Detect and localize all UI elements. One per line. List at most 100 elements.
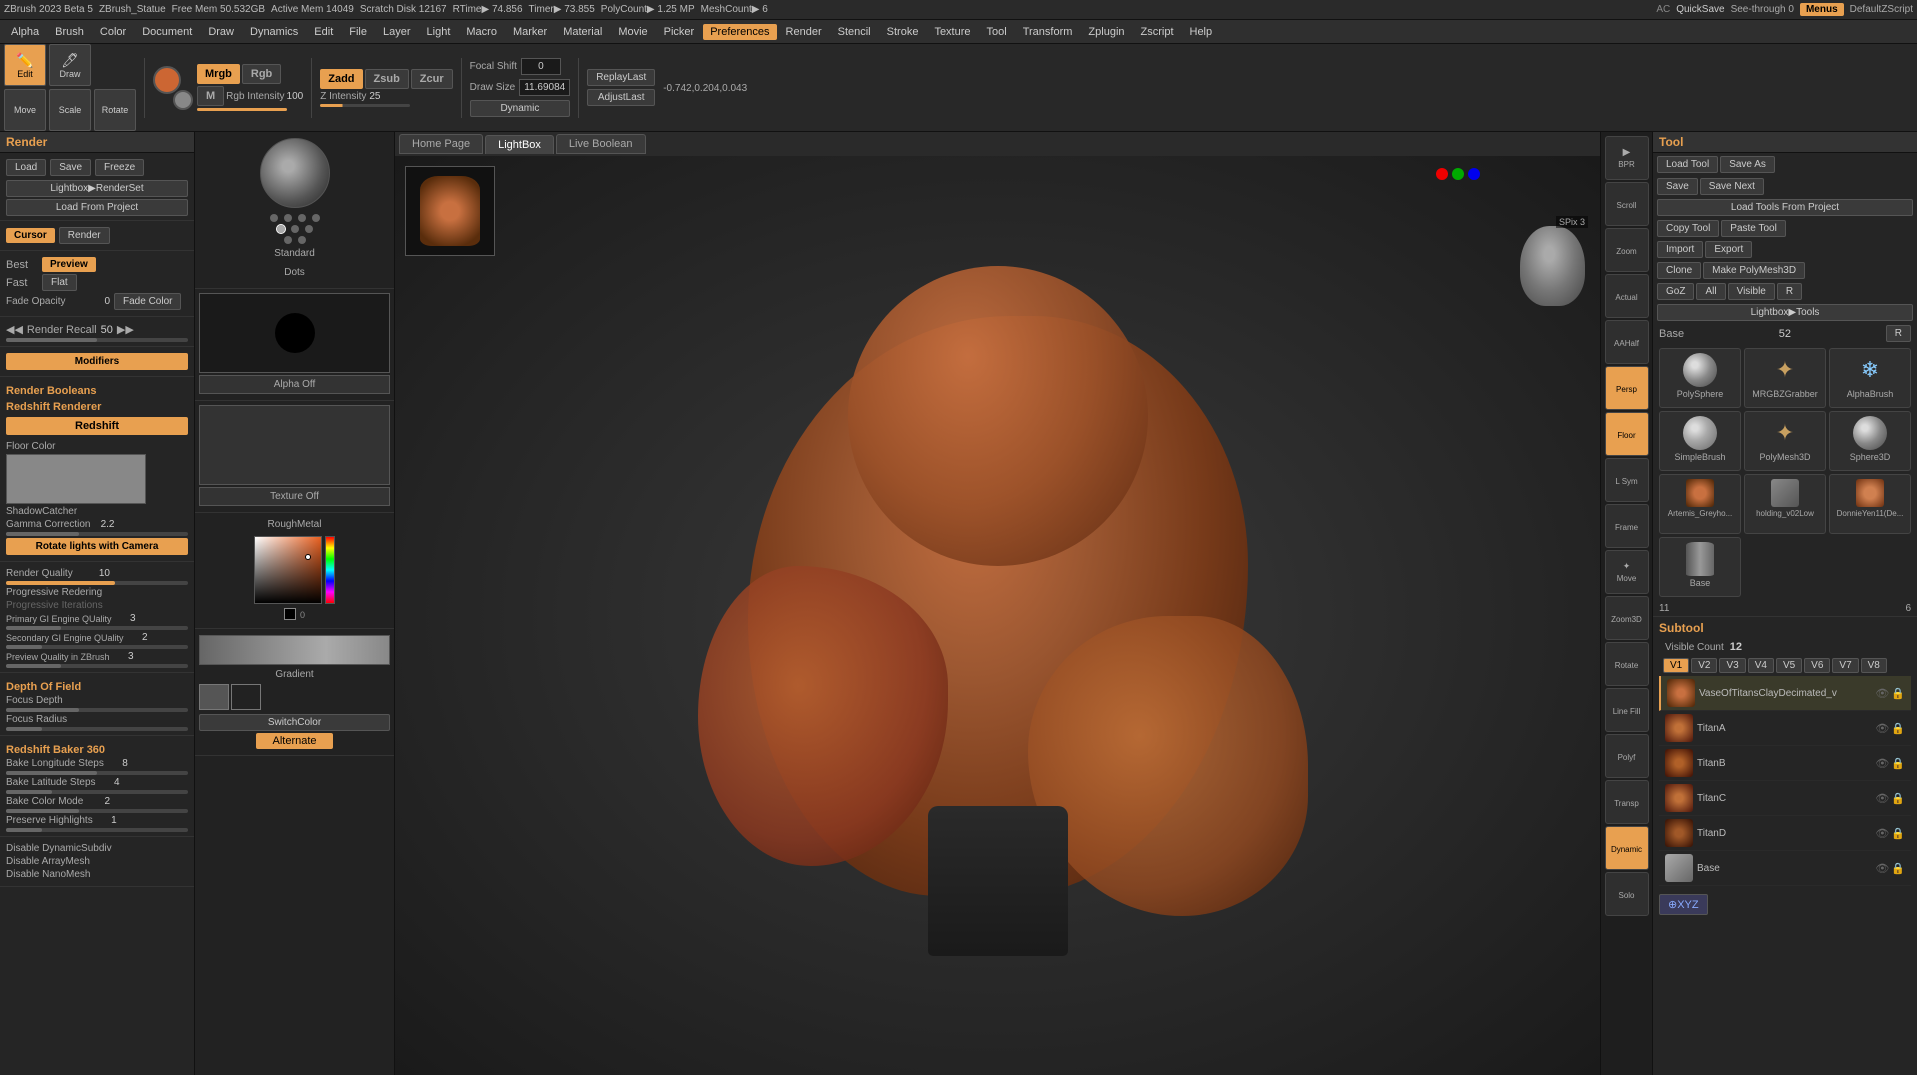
side-zoom3d[interactable]: Zoom3D [1605,596,1649,640]
clone-btn[interactable]: Clone [1657,262,1701,279]
brush-sphere3d[interactable]: Sphere3D [1829,411,1911,471]
rotate-btn[interactable]: Rotate [94,89,136,131]
adjust-last-btn[interactable]: AdjustLast [587,89,655,106]
tab-live-boolean[interactable]: Live Boolean [556,134,646,154]
z-intensity-slider[interactable] [320,104,410,107]
bake-color-slider[interactable] [6,809,188,813]
menu-layer[interactable]: Layer [376,24,418,40]
side-dynamic[interactable]: Dynamic [1605,826,1649,870]
bake-latitude-slider[interactable] [6,790,188,794]
menu-zscript[interactable]: Zscript [1134,24,1181,40]
brush-mrgbzgrabber[interactable]: ✦ MRGBZGrabber [1744,348,1826,408]
modifiers-btn[interactable]: Modifiers [6,353,188,370]
brush-simplebrush[interactable]: SimpleBrush [1659,411,1741,471]
focus-depth-slider[interactable] [6,708,188,712]
side-solo[interactable]: Solo [1605,872,1649,916]
menu-light[interactable]: Light [420,24,458,40]
save-as-btn[interactable]: Save As [1720,156,1775,173]
render-quality-slider[interactable] [6,581,188,585]
titanb-lock-icon[interactable]: 🔒 [1891,757,1905,770]
menu-preferences[interactable]: Preferences [703,24,776,40]
side-bpr[interactable]: ▶ BPR [1605,136,1649,180]
goz-btn[interactable]: GoZ [1657,283,1694,300]
floor-color-swatch[interactable] [6,454,146,504]
side-rotate[interactable]: Rotate [1605,642,1649,686]
move-btn[interactable]: Move [4,89,46,131]
primary-gi-slider[interactable] [6,626,188,630]
rgb-intensity-slider[interactable] [197,108,287,111]
main-color-swatch[interactable] [153,66,181,94]
menu-document[interactable]: Document [135,24,199,40]
gradient-swatch-black[interactable] [231,684,261,710]
m-btn[interactable]: M [197,86,224,106]
dynamic-btn[interactable]: Dynamic [470,100,571,117]
vase-eye-icon[interactable]: 👁 [1875,687,1889,700]
preview-btn[interactable]: Preview [42,257,96,272]
texture-off-preview[interactable] [199,405,390,485]
save-btn[interactable]: Save [50,159,91,176]
color-picker-square[interactable] [254,536,322,604]
menu-edit[interactable]: Edit [307,24,340,40]
gamma-slider[interactable] [6,532,188,536]
zsub-btn[interactable]: Zsub [365,69,409,89]
menu-material[interactable]: Material [556,24,609,40]
render-booleans-title[interactable]: Render Booleans [6,385,188,397]
subtool-row-titand[interactable]: TitanD 👁 🔒 [1659,816,1911,851]
v5-tab[interactable]: V5 [1776,658,1802,673]
tab-lightbox[interactable]: LightBox [485,135,554,154]
v4-tab[interactable]: V4 [1748,658,1774,673]
texture-off-label[interactable]: Texture Off [199,487,390,506]
base-lock-icon[interactable]: 🔒 [1891,862,1905,875]
see-through[interactable]: See-through 0 [1731,4,1794,15]
lightbox-tools-btn[interactable]: Lightbox▶Tools [1657,304,1913,321]
replay-last-btn[interactable]: ReplayLast [587,69,655,86]
copy-tool-btn[interactable]: Copy Tool [1657,220,1719,237]
titana-eye-icon[interactable]: 👁 [1875,722,1889,735]
vase-lock-icon[interactable]: 🔒 [1891,687,1905,700]
edit-btn[interactable]: ✏️Edit [4,44,46,86]
brush-polysphere[interactable]: PolySphere [1659,348,1741,408]
tab-home-page[interactable]: Home Page [399,134,483,154]
menu-color[interactable]: Color [93,24,133,40]
side-scroll[interactable]: Scroll [1605,182,1649,226]
subtool-row-base[interactable]: Base 👁 🔒 [1659,851,1911,886]
titanc-lock-icon[interactable]: 🔒 [1891,792,1905,805]
menus-btn[interactable]: Menus [1800,3,1844,16]
menu-transform[interactable]: Transform [1016,24,1080,40]
load-btn[interactable]: Load [6,159,46,176]
brush-base[interactable]: Base [1659,537,1741,597]
secondary-gi-slider[interactable] [6,645,188,649]
import-btn[interactable]: Import [1657,241,1703,258]
v7-tab[interactable]: V7 [1832,658,1858,673]
menu-file[interactable]: File [342,24,374,40]
side-aahalf[interactable]: AAHalf [1605,320,1649,364]
render-btn[interactable]: Render [59,227,110,244]
menu-movie[interactable]: Movie [611,24,654,40]
gradient-preview[interactable] [199,635,390,665]
mrgb-btn[interactable]: Mrgb [197,64,240,84]
titanb-eye-icon[interactable]: 👁 [1875,757,1889,770]
alpha-off-preview[interactable] [199,293,390,373]
side-zoom[interactable]: Zoom [1605,228,1649,272]
side-actual[interactable]: Actual [1605,274,1649,318]
menu-alpha[interactable]: Alpha [4,24,46,40]
dof-title[interactable]: Depth Of Field [6,681,188,693]
save-tool-btn[interactable]: Save [1657,178,1698,195]
menu-picker[interactable]: Picker [657,24,702,40]
load-from-project-btn[interactable]: Load From Project [6,199,188,216]
titana-lock-icon[interactable]: 🔒 [1891,722,1905,735]
side-lsym[interactable]: L Sym [1605,458,1649,502]
base-eye-icon[interactable]: 👁 [1875,862,1889,875]
menu-stencil[interactable]: Stencil [831,24,878,40]
focal-shift-value[interactable]: 0 [521,58,561,75]
save-next-btn[interactable]: Save Next [1700,178,1764,195]
zcur-btn[interactable]: Zcur [411,69,453,89]
fade-color-btn[interactable]: Fade Color [114,293,181,310]
xyz-btn[interactable]: ⊕XYZ [1659,894,1708,915]
menu-tool[interactable]: Tool [980,24,1014,40]
draw-btn[interactable]: 🖊Draw [49,44,91,86]
brush-alphabrush[interactable]: ❄ AlphaBrush [1829,348,1911,408]
r-base-btn[interactable]: R [1886,325,1911,342]
menu-zplugin[interactable]: Zplugin [1081,24,1131,40]
rr-left-arrow[interactable]: ◀◀ [6,323,23,336]
